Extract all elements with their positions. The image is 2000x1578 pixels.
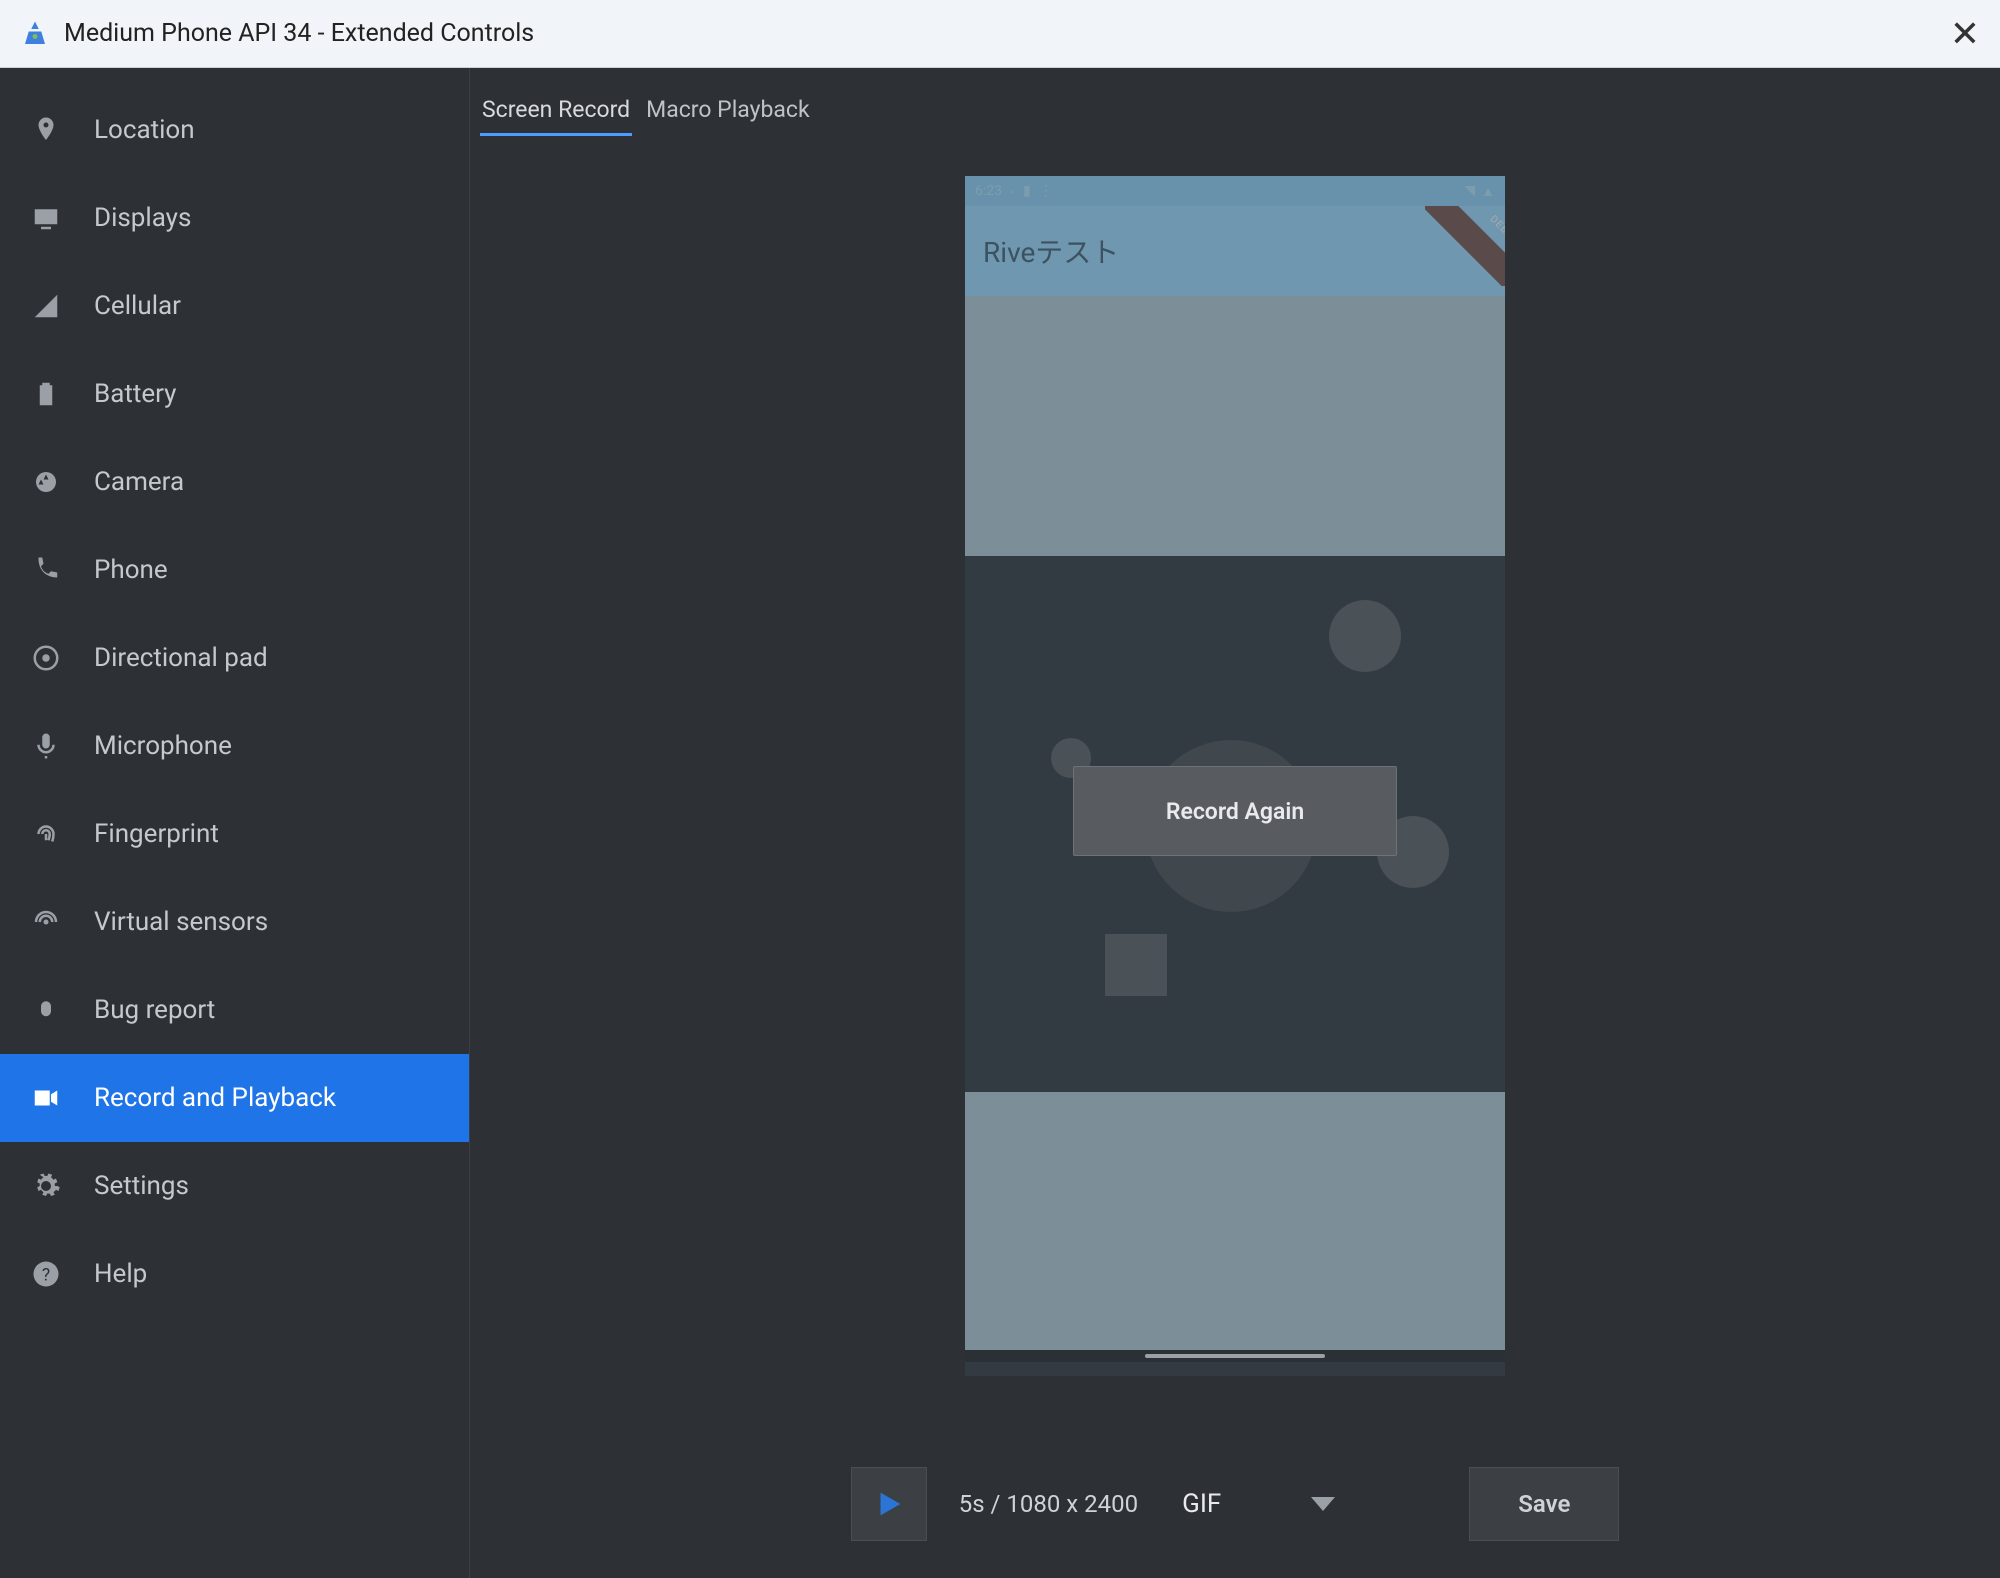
sidebar-item-label: Directional pad: [94, 643, 268, 673]
sidebar: Location Displays Cellular Battery Camer…: [0, 68, 470, 1578]
sidebar-item-label: Cellular: [94, 291, 181, 321]
displays-icon: [28, 203, 64, 233]
status-wifi-icon: ◥: [1464, 183, 1475, 199]
status-misc-icon: ⋮: [1039, 183, 1053, 199]
sidebar-item-label: Phone: [94, 555, 168, 585]
location-icon: [28, 115, 64, 145]
decor-circle: [1329, 600, 1401, 672]
bug-icon: [28, 995, 64, 1025]
tab-macro-playback[interactable]: Macro Playback: [644, 96, 811, 136]
preview-area: 6:23 ◦ ▮ ⋮ ◥ ▲ Riveテスト DEBUG: [470, 136, 2000, 1430]
status-battery-icon: ▮: [1023, 183, 1031, 199]
phone-app-bar: Riveテスト DEBUG: [965, 206, 1505, 296]
phone-icon: [28, 555, 64, 585]
dpad-icon: [28, 643, 64, 673]
chevron-down-icon: [1311, 1497, 1335, 1511]
sidebar-item-location[interactable]: Location: [0, 86, 469, 174]
sidebar-item-label: Battery: [94, 379, 176, 409]
svg-text:?: ?: [42, 1265, 50, 1285]
sidebar-item-dpad[interactable]: Directional pad: [0, 614, 469, 702]
sidebar-item-microphone[interactable]: Microphone: [0, 702, 469, 790]
sidebar-item-label: Bug report: [94, 995, 215, 1025]
sidebar-item-label: Help: [94, 1259, 147, 1289]
sensors-icon: [28, 907, 64, 937]
sidebar-item-label: Record and Playback: [94, 1083, 336, 1113]
sidebar-item-label: Displays: [94, 203, 191, 233]
phone-nav-bar: [965, 1350, 1505, 1362]
record-again-button[interactable]: Record Again: [1073, 766, 1397, 856]
format-select[interactable]: GIF: [1176, 1485, 1341, 1523]
tab-screen-record[interactable]: Screen Record: [480, 96, 632, 136]
footer-controls: 5s / 1080 x 2400 GIF Save: [470, 1430, 2000, 1578]
sidebar-item-label: Location: [94, 115, 195, 145]
window-title: Medium Phone API 34 - Extended Controls: [64, 19, 534, 48]
sidebar-item-label: Microphone: [94, 731, 232, 761]
content-area: Screen Record Macro Playback 6:23 ◦ ▮ ⋮ …: [470, 68, 2000, 1578]
microphone-icon: [28, 731, 64, 761]
sidebar-item-settings[interactable]: Settings: [0, 1142, 469, 1230]
phone-top-panel: [965, 296, 1505, 556]
status-signal-icon: ▲: [1481, 183, 1495, 200]
fingerprint-icon: [28, 819, 64, 849]
close-button[interactable]: ✕: [1950, 16, 1980, 52]
sidebar-item-camera[interactable]: Camera: [0, 438, 469, 526]
play-button[interactable]: [851, 1467, 927, 1541]
sidebar-item-label: Settings: [94, 1171, 189, 1201]
phone-bottom-panel: [965, 1092, 1505, 1362]
sidebar-item-label: Camera: [94, 467, 184, 497]
camera-icon: [28, 467, 64, 497]
app-title: Riveテスト: [983, 231, 1119, 271]
battery-icon: [28, 379, 64, 409]
format-value: GIF: [1182, 1489, 1221, 1519]
play-icon: [872, 1487, 906, 1521]
phone-status-bar: 6:23 ◦ ▮ ⋮ ◥ ▲: [965, 176, 1505, 206]
save-button[interactable]: Save: [1469, 1467, 1619, 1541]
sidebar-item-fingerprint[interactable]: Fingerprint: [0, 790, 469, 878]
status-time: 6:23: [975, 183, 1002, 199]
sidebar-item-record-playback[interactable]: Record and Playback: [0, 1054, 469, 1142]
titlebar: Medium Phone API 34 - Extended Controls …: [0, 0, 2000, 68]
decor-square: [1105, 934, 1167, 996]
tabs: Screen Record Macro Playback: [470, 68, 2000, 136]
android-studio-icon: [20, 19, 50, 49]
sidebar-item-battery[interactable]: Battery: [0, 350, 469, 438]
sidebar-item-label: Fingerprint: [94, 819, 219, 849]
recording-info: 5s / 1080 x 2400: [959, 1490, 1138, 1518]
sidebar-item-help[interactable]: ? Help: [0, 1230, 469, 1318]
sidebar-item-virtual-sensors[interactable]: Virtual sensors: [0, 878, 469, 966]
phone-middle-content: Record Again: [965, 556, 1505, 1092]
sidebar-item-phone[interactable]: Phone: [0, 526, 469, 614]
status-notif-icon: ◦: [1010, 183, 1015, 200]
help-icon: ?: [28, 1259, 64, 1289]
debug-banner: DEBUG: [1425, 206, 1505, 286]
gear-icon: [28, 1171, 64, 1201]
sidebar-item-label: Virtual sensors: [94, 907, 268, 937]
sidebar-item-cellular[interactable]: Cellular: [0, 262, 469, 350]
phone-preview: 6:23 ◦ ▮ ⋮ ◥ ▲ Riveテスト DEBUG: [965, 176, 1505, 1376]
videocam-icon: [28, 1083, 64, 1113]
sidebar-item-displays[interactable]: Displays: [0, 174, 469, 262]
cellular-icon: [28, 291, 64, 321]
sidebar-item-bug-report[interactable]: Bug report: [0, 966, 469, 1054]
